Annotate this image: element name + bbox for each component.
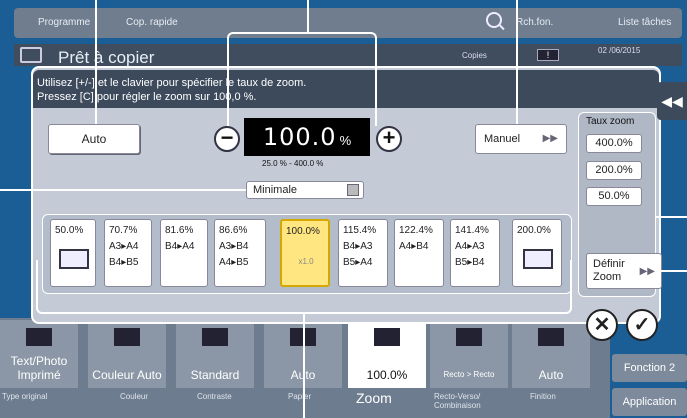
- tile-value: Auto: [538, 368, 564, 382]
- checkbox-icon: [347, 184, 359, 196]
- callout-line: [656, 216, 687, 218]
- callout-line: [36, 260, 572, 314]
- label-papier: Papier: [288, 392, 312, 401]
- tile-type-original[interactable]: Text/Photo Imprimé: [0, 320, 78, 388]
- liste-taches-button[interactable]: Liste tâches: [610, 13, 679, 33]
- tile-contraste[interactable]: Standard: [176, 320, 254, 388]
- ratio-line-1: B4▸A4: [165, 241, 195, 252]
- close-button[interactable]: ✕: [586, 309, 618, 341]
- label-type-original: Type original: [2, 392, 48, 401]
- callout-line: [660, 270, 687, 272]
- ratio-line-1: A4▸A3: [455, 241, 485, 252]
- auto-button[interactable]: Auto: [48, 124, 140, 154]
- warning-icon: !: [537, 49, 559, 61]
- ratio-line-1: A4▸B4: [399, 241, 429, 252]
- ratio-pct: 81.6%: [165, 225, 194, 236]
- tile-value: Couleur Auto: [92, 368, 162, 382]
- callout-line: [95, 0, 97, 124]
- plus-button[interactable]: +: [376, 126, 402, 152]
- forward-icon: ▶▶: [542, 133, 558, 144]
- zoom-icon: [374, 328, 400, 346]
- ok-button[interactable]: ✓: [626, 309, 658, 341]
- status-text: Prêt à copier: [58, 48, 155, 67]
- callout-line: [516, 0, 518, 124]
- callout-line: [227, 32, 377, 126]
- ratio-pct: 86.6%: [219, 225, 248, 236]
- text-photo-icon: [26, 328, 52, 346]
- manuel-button[interactable]: Manuel ▶▶: [475, 124, 567, 154]
- ratio-pct: 50.0%: [55, 225, 84, 236]
- label-contraste: Contraste: [197, 392, 232, 401]
- tile-value: Standard: [190, 368, 240, 382]
- ratio-pct: 115.4%: [343, 225, 377, 236]
- preset-200[interactable]: 200.0%: [586, 161, 642, 180]
- search-icon: [486, 12, 502, 28]
- manuel-label: Manuel: [484, 133, 521, 145]
- color-icon: [114, 328, 140, 346]
- label-recto-verso: Recto-Verso/ Combinaison: [434, 392, 481, 410]
- label-zoom: Zoom: [356, 390, 392, 406]
- tile-zoom[interactable]: 100.0%: [348, 320, 426, 388]
- ratio-pct: 122.4%: [399, 225, 433, 236]
- copies-label: Copies: [462, 51, 487, 60]
- ratio-line-1: A3▸A4: [109, 241, 139, 252]
- zoom-unit: %: [339, 133, 352, 148]
- tile-finition[interactable]: Auto: [512, 320, 590, 388]
- minus-button[interactable]: −: [214, 126, 240, 152]
- tile-value: 100.0%: [366, 368, 408, 382]
- date-text: 02 /06/2015: [598, 46, 641, 55]
- ratio-pct: 200.0%: [517, 225, 551, 236]
- callout-line: [0, 189, 246, 191]
- ratio-line-1: B4▸A3: [343, 241, 373, 252]
- application-button[interactable]: Application: [612, 388, 687, 416]
- forward-icon: ▶▶: [639, 266, 655, 277]
- fonction2-button[interactable]: Fonction 2: [612, 354, 687, 382]
- definir-zoom-button[interactable]: Définir Zoom ▶▶: [586, 253, 662, 289]
- cop-rapide-button[interactable]: Cop. rapide: [118, 13, 186, 33]
- programme-button[interactable]: Programme: [30, 13, 98, 33]
- collapse-tab[interactable]: ◀◀: [657, 82, 687, 120]
- tile-value: Recto > Recto: [443, 370, 495, 379]
- label-finition: Finition: [530, 392, 556, 401]
- preset-50[interactable]: 50.0%: [586, 187, 642, 206]
- copier-icon: [20, 47, 42, 63]
- minimale-button[interactable]: Minimale: [246, 181, 364, 199]
- preset-400[interactable]: 400.0%: [586, 134, 642, 153]
- ratio-pct: 70.7%: [109, 225, 138, 236]
- contrast-icon: [202, 328, 228, 346]
- duplex-icon: [456, 328, 482, 346]
- ratio-pct: 141.4%: [455, 225, 489, 236]
- zoom-range: 25.0 % - 400.0 %: [262, 159, 324, 168]
- tile-recto-verso[interactable]: Recto > Recto: [430, 320, 508, 388]
- ratio-line-1: A3▸B4: [219, 241, 249, 252]
- callout-line: [307, 0, 309, 32]
- minimale-label: Minimale: [253, 184, 298, 196]
- label-couleur: Couleur: [120, 392, 149, 401]
- tile-couleur[interactable]: Couleur Auto: [88, 320, 166, 388]
- tile-value: Text/Photo Imprimé: [10, 354, 68, 382]
- finishing-icon: [538, 328, 564, 346]
- callout-line: [303, 314, 305, 418]
- taux-zoom-title: Taux zoom: [586, 116, 635, 127]
- zoom-value: 100.0: [262, 123, 337, 151]
- ratio-pct: 100.0%: [286, 226, 320, 237]
